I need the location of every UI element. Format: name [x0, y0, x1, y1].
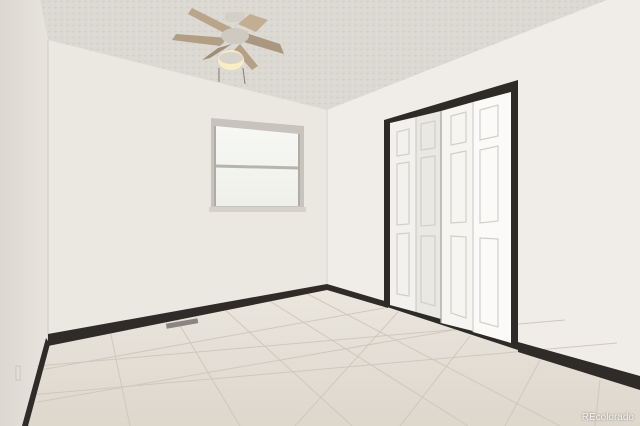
closet-doors	[390, 92, 511, 343]
bedroom-photo: REcolorado	[0, 0, 640, 426]
window	[209, 118, 306, 212]
watermark-text: REcolorado	[581, 412, 634, 423]
wall-outlet	[15, 365, 21, 381]
room-illustration	[0, 0, 640, 426]
